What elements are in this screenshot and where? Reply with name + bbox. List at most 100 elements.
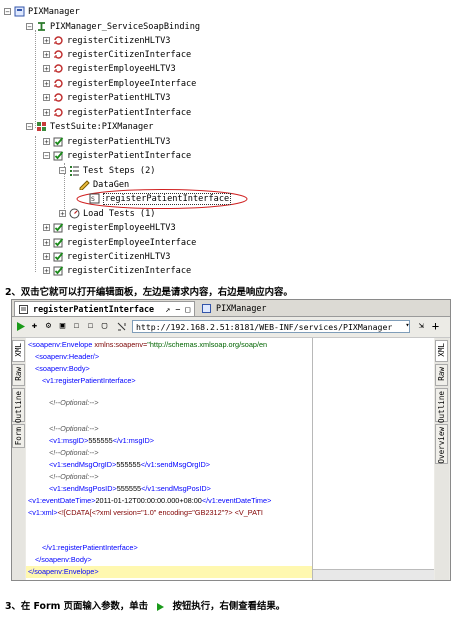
vtab-overview[interactable]: Overview <box>435 424 448 464</box>
tree-operation-label: registerCitizenInterface <box>67 50 192 60</box>
tree-testcase[interactable]: − registerPatientInterface <box>43 149 191 163</box>
vtab-raw[interactable]: Raw <box>435 364 448 386</box>
tree-operation[interactable]: + registerCitizenHLTV3 <box>43 34 170 48</box>
tree-testcase[interactable]: + registerPatientHLTV3 <box>43 135 170 149</box>
collapse-icon[interactable]: − <box>26 23 33 31</box>
xml-line: <v1:xml><![CDATA[<?xml version="1.0" enc… <box>28 507 263 519</box>
xml-tag: </v1:registerPatientInterface> <box>42 543 138 552</box>
tree-operation-label: registerEmployeeHLTV3 <box>67 64 176 74</box>
expand-icon[interactable]: + <box>43 267 50 275</box>
move-icon[interactable]: ⇲ <box>416 321 427 332</box>
vtab-raw[interactable]: Raw <box>12 364 25 386</box>
expand-icon[interactable]: + <box>43 239 50 247</box>
xml-text: 2011-01-12T00:00:00.000+08:00 <box>95 496 202 505</box>
tree-testcase[interactable]: + registerEmployeeInterface <box>43 236 196 250</box>
tree-operation[interactable]: + registerPatientInterface <box>43 106 191 120</box>
expand-icon[interactable]: + <box>43 224 50 232</box>
collapse-icon[interactable]: − <box>59 167 66 175</box>
tree-operation[interactable]: + registerEmployeeInterface <box>43 77 196 91</box>
expand-icon[interactable]: + <box>59 210 66 218</box>
tree-testcase-label: registerEmployeeInterface <box>67 238 197 248</box>
vtab-outline[interactable]: Outline <box>435 388 448 423</box>
run-icon <box>157 602 165 611</box>
vtab-label: XML <box>14 343 23 357</box>
expand-icon[interactable]: + <box>43 65 50 73</box>
url-dropdown-icon[interactable]: ▾ <box>402 320 413 331</box>
add-assertion-icon[interactable]: ✚ <box>29 321 40 332</box>
xml-tag: <soapenv:Header/> <box>35 352 100 361</box>
tree-operation-label: registerEmployeeInterface <box>67 79 197 89</box>
expand-icon[interactable]: + <box>43 94 50 102</box>
vtab-label: Raw <box>14 367 23 381</box>
tree-test-steps[interactable]: − Test Steps (2) <box>59 164 155 178</box>
collapse-icon[interactable]: − <box>26 123 33 131</box>
tree-root-label: PIXManager <box>28 7 80 17</box>
settings-icon[interactable]: ⚙ <box>43 321 54 332</box>
tree-binding-label: PIXManager_ServiceSoapBinding <box>50 22 201 32</box>
horizontal-scrollbar[interactable] <box>313 569 434 580</box>
expand-icon[interactable]: + <box>43 253 50 261</box>
expand-icon[interactable]: + <box>43 109 50 117</box>
tree-operation[interactable]: + registerCitizenInterface <box>43 48 191 62</box>
collapse-icon[interactable]: − <box>4 8 11 16</box>
vtab-xml[interactable]: XML <box>435 340 448 362</box>
tree-operation[interactable]: + registerPatientHLTV3 <box>43 91 170 105</box>
tab-register-patient-interface[interactable]: registerPatientInterface ↗ − □ <box>14 301 196 316</box>
expand-icon[interactable]: + <box>43 138 50 146</box>
tree-testsuite[interactable]: − TestSuite:PIXManager <box>26 120 153 134</box>
add-icon[interactable]: + <box>430 320 441 332</box>
vtab-outline[interactable]: Outline <box>12 388 25 423</box>
xml-line: </soapenv:Envelope> <box>26 566 312 578</box>
tree-testcase[interactable]: + registerCitizenHLTV3 <box>43 250 170 264</box>
response-xml-editor[interactable] <box>312 338 434 580</box>
operation-icon <box>54 50 63 59</box>
svg-text:S: S <box>91 196 95 203</box>
split-vertical-icon[interactable]: ☐ <box>85 321 96 332</box>
collapse-icon[interactable]: − <box>43 152 50 160</box>
testsuite-icon <box>37 122 46 131</box>
xml-tag: <v1:registerPatientInterface> <box>42 376 136 385</box>
endpoint-url-input[interactable]: http://192.168.2.51:8181/WEB-INF/service… <box>132 320 410 333</box>
testcase-icon <box>53 137 64 147</box>
tree-root[interactable]: − PIXManager <box>4 5 80 19</box>
link-icon[interactable] <box>116 321 127 332</box>
xml-tag: <v1:sendMsgOrgID> <box>49 460 117 469</box>
xml-tag: </soapenv:Envelope> <box>28 567 99 576</box>
tree-step-request[interactable]: SregisterPatientInterface <box>89 192 232 206</box>
tree-testcase[interactable]: + registerCitizenInterface <box>43 264 191 278</box>
xml-tag: <soapenv:Envelope <box>28 340 95 349</box>
xml-line: <v1:registerPatientInterface> <box>42 375 136 387</box>
expand-icon[interactable]: + <box>43 51 50 59</box>
testcase-icon <box>53 151 64 161</box>
vtab-label: Raw <box>437 367 446 381</box>
tab-window-controls[interactable]: ↗ − □ <box>165 304 190 314</box>
xml-line: <soapenv:Header/> <box>35 351 99 363</box>
operation-icon <box>54 108 63 117</box>
xml-line: <soapenv:Body> <box>35 363 90 375</box>
tab-label: PIXManager <box>216 303 267 313</box>
xml-line: <!--Optional:--> <box>49 423 98 435</box>
split-horizontal-icon[interactable]: ☐ <box>71 321 82 332</box>
vtab-xml[interactable]: XML <box>12 340 25 362</box>
tree-operation-label: registerPatientInterface <box>67 108 192 118</box>
tree-binding[interactable]: − PIXManager_ServiceSoapBinding <box>26 20 200 34</box>
tree-testcase-label: registerPatientInterface <box>67 151 192 161</box>
expand-icon[interactable]: + <box>43 80 50 88</box>
tree-operation[interactable]: + registerEmployeeHLTV3 <box>43 62 176 76</box>
tabs-icon[interactable]: ▢ <box>99 321 110 332</box>
tree-testcase[interactable]: + registerEmployeeHLTV3 <box>43 221 176 235</box>
xml-tag: <soapenv:Body> <box>35 364 90 373</box>
tree-testcase-label: registerCitizenInterface <box>67 266 192 276</box>
vtab-form[interactable]: Form <box>12 424 25 448</box>
editor-tabbar: registerPatientInterface ↗ − □ PIXManage… <box>12 300 450 317</box>
tab-pixmanager[interactable]: PIXManager <box>198 301 270 315</box>
format-icon[interactable]: ▣ <box>57 321 68 332</box>
request-xml-editor[interactable]: <soapenv:Envelope xmlns:soapenv="http://… <box>26 338 312 580</box>
run-icon[interactable] <box>15 321 26 332</box>
tree-load-tests[interactable]: + Load Tests (1) <box>59 207 155 221</box>
xml-tag: </v1:sendMsgPosID> <box>141 484 211 493</box>
vtab-label: XML <box>437 343 446 357</box>
expand-icon[interactable]: + <box>43 37 50 45</box>
xml-line: <!--Optional:--> <box>49 397 98 409</box>
xml-cdata: <![CDATA[<?xml version="1.0" encoding="G… <box>57 508 263 517</box>
